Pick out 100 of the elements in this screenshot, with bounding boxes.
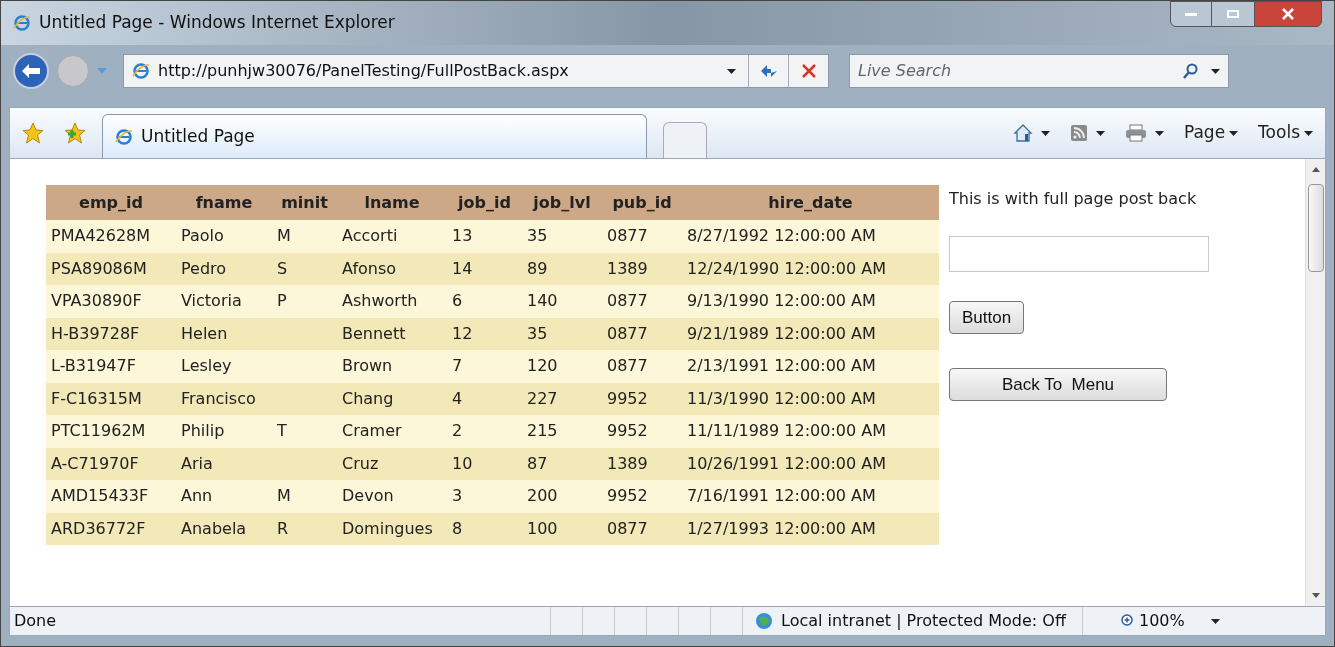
table-cell: 13 <box>452 226 473 246</box>
column-header: job_id <box>456 191 512 214</box>
table-cell: 9/13/1990 12:00:00 AM <box>687 291 876 311</box>
caret-icon[interactable] <box>1304 130 1313 136</box>
table-cell: 8 <box>452 518 463 538</box>
table-cell: L-B31947F <box>51 356 136 376</box>
table-cell: Afonso <box>342 258 397 278</box>
favorites-star-icon[interactable] <box>22 122 44 144</box>
table-cell: 9952 <box>607 486 648 506</box>
status-text: Done <box>13 610 58 632</box>
zoom-level[interactable]: 100% <box>1139 609 1185 633</box>
table-cell: PSA89086M <box>51 258 147 278</box>
globe-icon <box>755 612 773 630</box>
form-button[interactable]: Button <box>949 301 1025 334</box>
table-cell: 140 <box>527 291 558 311</box>
table-cell: 1389 <box>607 258 648 278</box>
security-zone-text: Local intranet | Protected Mode: Off <box>781 610 1066 632</box>
table-cell: M <box>277 226 291 246</box>
form-button[interactable]: Back To Menu <box>949 368 1167 401</box>
table-cell: 11/3/1990 12:00:00 AM <box>687 388 876 408</box>
browser-logo-icon <box>132 62 150 80</box>
browser-logo-icon <box>115 127 133 146</box>
table-cell: 10 <box>452 453 473 473</box>
table-cell: 1/27/1993 12:00:00 AM <box>687 518 876 538</box>
caret-icon[interactable] <box>1210 618 1220 624</box>
table-cell: Domingues <box>342 518 433 538</box>
table-cell: 3 <box>452 486 463 506</box>
home-icon[interactable] <box>1012 123 1033 143</box>
table-cell: 7 <box>452 356 463 376</box>
scroll-up-icon[interactable] <box>1311 167 1320 172</box>
table-cell: Cruz <box>342 453 379 473</box>
table-cell: 9952 <box>607 421 648 441</box>
browser-tab[interactable]: Untitled Page <box>102 114 647 158</box>
table-cell: 4 <box>452 388 463 408</box>
table-cell: Philip <box>181 421 225 441</box>
close-button[interactable] <box>1254 1 1322 27</box>
table-cell: Ann <box>181 486 213 506</box>
table-cell: T <box>277 421 287 441</box>
table-cell: 1389 <box>607 453 648 473</box>
table-cell: Helen <box>181 323 228 343</box>
minimize-button[interactable] <box>1170 1 1212 27</box>
table-cell: VPA30890F <box>51 291 142 311</box>
table-cell: Bennett <box>342 323 406 343</box>
search-icon[interactable] <box>1183 63 1199 79</box>
caret-icon[interactable] <box>1229 130 1239 136</box>
table-cell: 12 <box>452 323 473 343</box>
column-header: job_lvl <box>531 191 592 214</box>
table-cell: 0877 <box>607 291 648 311</box>
table-cell: Cramer <box>342 421 402 441</box>
info-text: This is with full page post back <box>949 188 1197 210</box>
table-cell: 2 <box>452 421 463 441</box>
search-input[interactable]: Live Search <box>858 59 1183 83</box>
feed-icon[interactable] <box>1069 124 1088 142</box>
column-header: lname <box>363 191 421 214</box>
printer-icon[interactable] <box>1124 124 1147 142</box>
table-cell: 12/24/1990 12:00:00 AM <box>687 258 886 278</box>
table-cell: AMD15433F <box>51 486 149 506</box>
table-cell: P <box>277 291 287 311</box>
caret-icon[interactable] <box>1095 130 1105 136</box>
table-cell: 200 <box>527 486 558 506</box>
table-cell: 14 <box>452 258 473 278</box>
column-header: pub_id <box>611 191 673 214</box>
toolbar-menu-button[interactable]: Tools <box>1258 120 1313 146</box>
close-icon <box>1282 8 1294 20</box>
table-cell: R <box>277 518 289 538</box>
table-cell: Victoria <box>181 291 242 311</box>
text-input[interactable] <box>949 236 1209 272</box>
table-cell: Ashworth <box>342 291 418 311</box>
table-cell: Accorti <box>342 226 398 246</box>
table-cell: Anabela <box>181 518 247 538</box>
window-title: Untitled Page - Windows Internet Explorer <box>39 11 395 35</box>
caret-icon[interactable] <box>1040 130 1050 136</box>
table-cell: Francisco <box>181 388 256 408</box>
caret-icon[interactable] <box>1211 68 1220 74</box>
table-cell: 0877 <box>607 323 648 343</box>
search-field[interactable]: Live Search <box>849 54 1229 88</box>
column-header: hire_date <box>767 191 854 214</box>
table-cell: ARD36772F <box>51 518 146 538</box>
add-favorite-icon[interactable] <box>64 122 86 144</box>
table-cell: 10/26/1991 12:00:00 AM <box>687 453 886 473</box>
column-header: emp_id <box>78 191 144 214</box>
table-cell: 100 <box>527 518 558 538</box>
back-button[interactable] <box>13 53 49 89</box>
table-cell: 9952 <box>607 388 648 408</box>
table-cell: 227 <box>527 388 558 408</box>
scroll-thumb[interactable] <box>1307 184 1324 272</box>
browser-logo-icon <box>13 14 31 32</box>
maximize-button[interactable] <box>1212 1 1254 27</box>
address-field[interactable]: http://punhjw30076/PanelTesting/FullPostBack.aspx <box>123 54 829 88</box>
caret-icon[interactable] <box>1154 130 1164 136</box>
table-cell: 89 <box>527 258 548 278</box>
zoom-icon[interactable] <box>1121 614 1135 628</box>
table-cell: PTC11962M <box>51 421 146 441</box>
table-cell: A-C71970F <box>51 453 139 473</box>
toolbar-menu-button[interactable]: Page <box>1183 120 1239 146</box>
scrollbar[interactable] <box>1305 159 1325 606</box>
caret-icon[interactable] <box>727 68 736 74</box>
table-cell: S <box>277 258 288 278</box>
scroll-down-icon[interactable] <box>1311 593 1320 598</box>
table-cell: 120 <box>527 356 558 376</box>
